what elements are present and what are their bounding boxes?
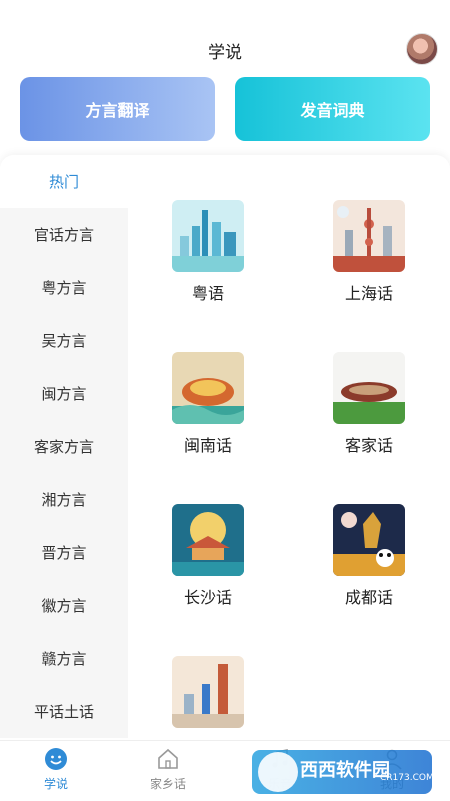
dialect-card-label: 成都话 <box>344 588 393 607</box>
watermark-subtext: CR173.COM <box>380 773 434 783</box>
sidebar-item-mandarin[interactable]: 官话方言 <box>0 208 128 261</box>
sidebar-item-xiang[interactable]: 湘方言 <box>0 473 128 526</box>
dialect-card-changsha[interactable]: 长沙话 <box>153 504 263 608</box>
dialect-card-minnan[interactable]: 闽南话 <box>153 352 263 456</box>
dialect-category-sidebar: 热门 官话方言 粤方言 吴方言 闽方言 客家方言 湘方言 晋方言 徽方言 赣方言… <box>0 155 128 745</box>
tab-hometown[interactable]: 家乡话 <box>128 747 208 792</box>
shanghai-skyline-icon <box>333 200 405 272</box>
sidebar-item-yue[interactable]: 粤方言 <box>0 261 128 314</box>
changsha-pavilion-icon <box>172 504 244 576</box>
dialect-card-chengdu[interactable]: 成都话 <box>314 504 424 608</box>
avatar[interactable] <box>406 33 438 65</box>
hakka-tulou-icon <box>333 352 405 424</box>
dialect-panel: 热门 官话方言 粤方言 吴方言 闽方言 客家方言 湘方言 晋方言 徽方言 赣方言… <box>0 155 450 745</box>
minnan-tulou-icon <box>172 352 244 424</box>
sidebar-item-pinghua[interactable]: 平话土话 <box>0 685 128 738</box>
sidebar-item-hui[interactable]: 徽方言 <box>0 579 128 632</box>
tab-learn[interactable]: 学说 <box>16 747 96 792</box>
dialect-card-label: 长沙话 <box>183 588 232 607</box>
chengdu-panda-icon <box>333 504 405 576</box>
dialect-card-label: 客家话 <box>344 436 393 455</box>
tab-label: 家乡话 <box>149 777 186 791</box>
sidebar-item-min[interactable]: 闽方言 <box>0 367 128 420</box>
dialect-card-cantonese[interactable]: 粤语 <box>153 200 263 304</box>
jinan-skyline-icon <box>172 656 244 728</box>
pronunciation-dictionary-button[interactable]: 发音词典 <box>235 77 430 141</box>
sidebar-item-wu[interactable]: 吴方言 <box>0 314 128 367</box>
dialect-grid: 粤语 上海话 闽南话 客家话 长沙话 成都话 <box>128 155 450 745</box>
dialect-card-label: 上海话 <box>344 284 393 303</box>
dialect-translate-button[interactable]: 方言翻译 <box>20 77 215 141</box>
dialect-card-jinan[interactable]: 济南话 <box>153 656 263 745</box>
dialect-card-hakka[interactable]: 客家话 <box>314 352 424 456</box>
dialect-card-label: 闽南话 <box>183 436 232 455</box>
sidebar-item-jin[interactable]: 晋方言 <box>0 526 128 579</box>
smile-icon <box>45 748 67 770</box>
watermark-text: 西西软件园 <box>300 760 390 781</box>
app-header: 学说 <box>0 0 450 70</box>
sidebar-item-gan[interactable]: 赣方言 <box>0 632 128 685</box>
tab-label: 学说 <box>43 777 68 791</box>
sidebar-item-hot[interactable]: 热门 <box>0 155 128 208</box>
sidebar-item-hakka[interactable]: 客家方言 <box>0 420 128 473</box>
guangzhou-skyline-icon <box>172 200 244 272</box>
watermark-logo <box>258 752 298 792</box>
dialect-card-label: 粤语 <box>191 284 224 303</box>
page-title: 学说 <box>208 43 242 63</box>
home-icon <box>158 748 178 769</box>
dialect-card-shanghai[interactable]: 上海话 <box>314 200 424 304</box>
